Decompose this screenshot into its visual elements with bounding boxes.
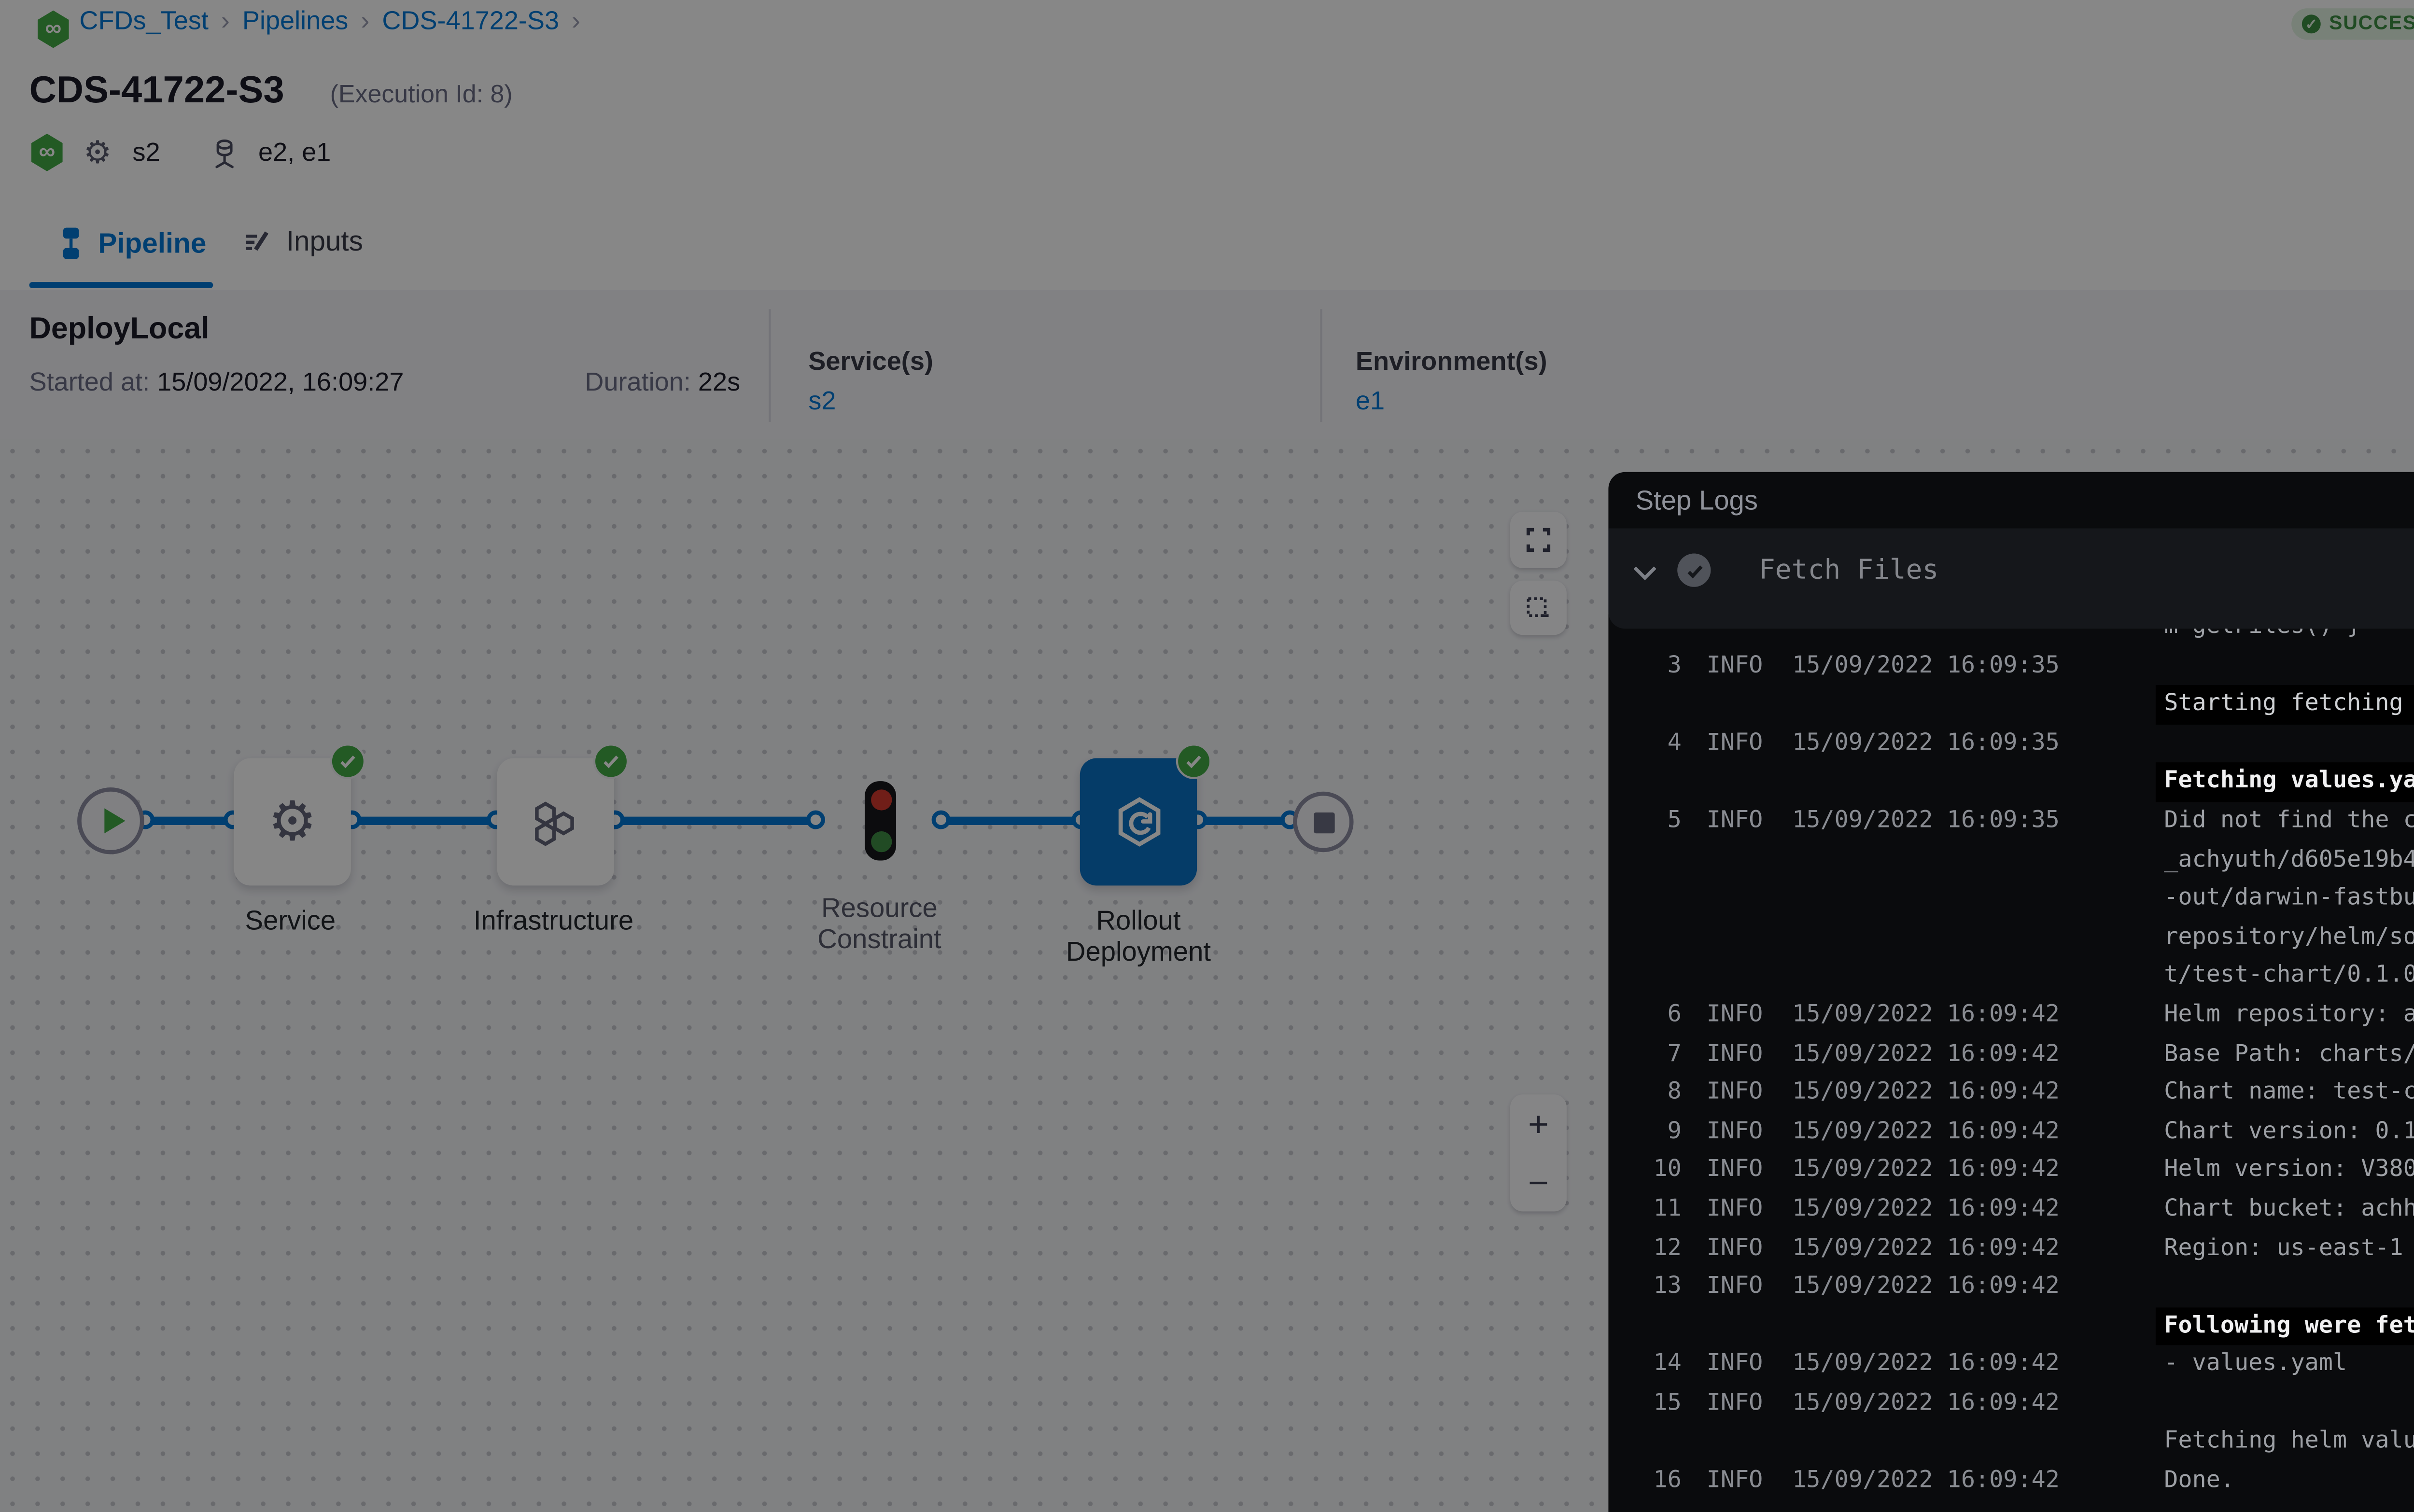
log-row: 10INFO15/09/2022 16:09:42Helm version: V…	[1608, 1151, 2414, 1190]
step-log-group-header[interactable]: Fetch Files ↑ ↓ 9s	[1608, 529, 2414, 629]
log-row: 13INFO15/09/2022 16:09:42	[1608, 1268, 2414, 1307]
log-row: 14INFO15/09/2022 16:09:42- values.yaml	[1608, 1345, 2414, 1384]
log-row: 7INFO15/09/2022 16:09:42Base Path: chart…	[1608, 1035, 2414, 1074]
log-row: Starting fetching Helm values	[1608, 686, 2414, 724]
log-row: 6INFO15/09/2022 16:09:42Helm repository:…	[1608, 996, 2414, 1035]
log-panel-title: Step Logs	[1636, 485, 1758, 516]
log-row: Following were fetched successfully :	[1608, 1307, 2414, 1345]
log-row: 8INFO15/09/2022 16:09:42Chart name: test…	[1608, 1074, 2414, 1112]
log-row: 5INFO15/09/2022 16:09:35Did not find the…	[1608, 802, 2414, 840]
step-name: Fetch Files	[1759, 556, 1938, 587]
log-row: 16INFO15/09/2022 16:09:42Done.	[1608, 1462, 2414, 1501]
log-row: repository/helm/source/93602db7-89f2-317…	[1608, 919, 2414, 957]
log-row: m getFiles() }	[1608, 629, 2414, 646]
log-row: 15INFO15/09/2022 16:09:42	[1608, 1385, 2414, 1423]
log-output[interactable]: m getFiles() }3INFO15/09/2022 16:09:35St…	[1608, 629, 2414, 1512]
log-row: 4INFO15/09/2022 16:09:35	[1608, 724, 2414, 763]
log-row: t/test-chart/0.1.0	[1608, 957, 2414, 996]
step-logs-panel: Step Logs Console View Fetch Files ↑ ↓ 9…	[1608, 472, 2414, 1512]
chevron-down-icon[interactable]	[1631, 564, 1658, 583]
log-row: 12INFO15/09/2022 16:09:42Region: us-east…	[1608, 1229, 2414, 1268]
log-row: Fetching values.yaml from helm chart rep…	[1608, 763, 2414, 802]
log-row: _achyuth/d605e19b46448ceaacb01fb4c19633a…	[1608, 841, 2414, 880]
log-panel-header: Step Logs Console View	[1608, 472, 2414, 531]
log-row: 11INFO15/09/2022 16:09:42Chart bucket: a…	[1608, 1190, 2414, 1229]
log-row: -out/darwin-fastbuild/bin/260-delegate/e…	[1608, 880, 2414, 918]
step-success-icon	[1677, 554, 1711, 587]
log-row: Fetching helm values completed successfu…	[1608, 1423, 2414, 1462]
app-window: ∞ CFDs_Test›Pipelines›CDS-41722-S3› ✓ SU…	[0, 0, 2414, 1512]
log-row: 9INFO15/09/2022 16:09:42Chart version: 0…	[1608, 1113, 2414, 1151]
log-row: 3INFO15/09/2022 16:09:35	[1608, 646, 2414, 685]
